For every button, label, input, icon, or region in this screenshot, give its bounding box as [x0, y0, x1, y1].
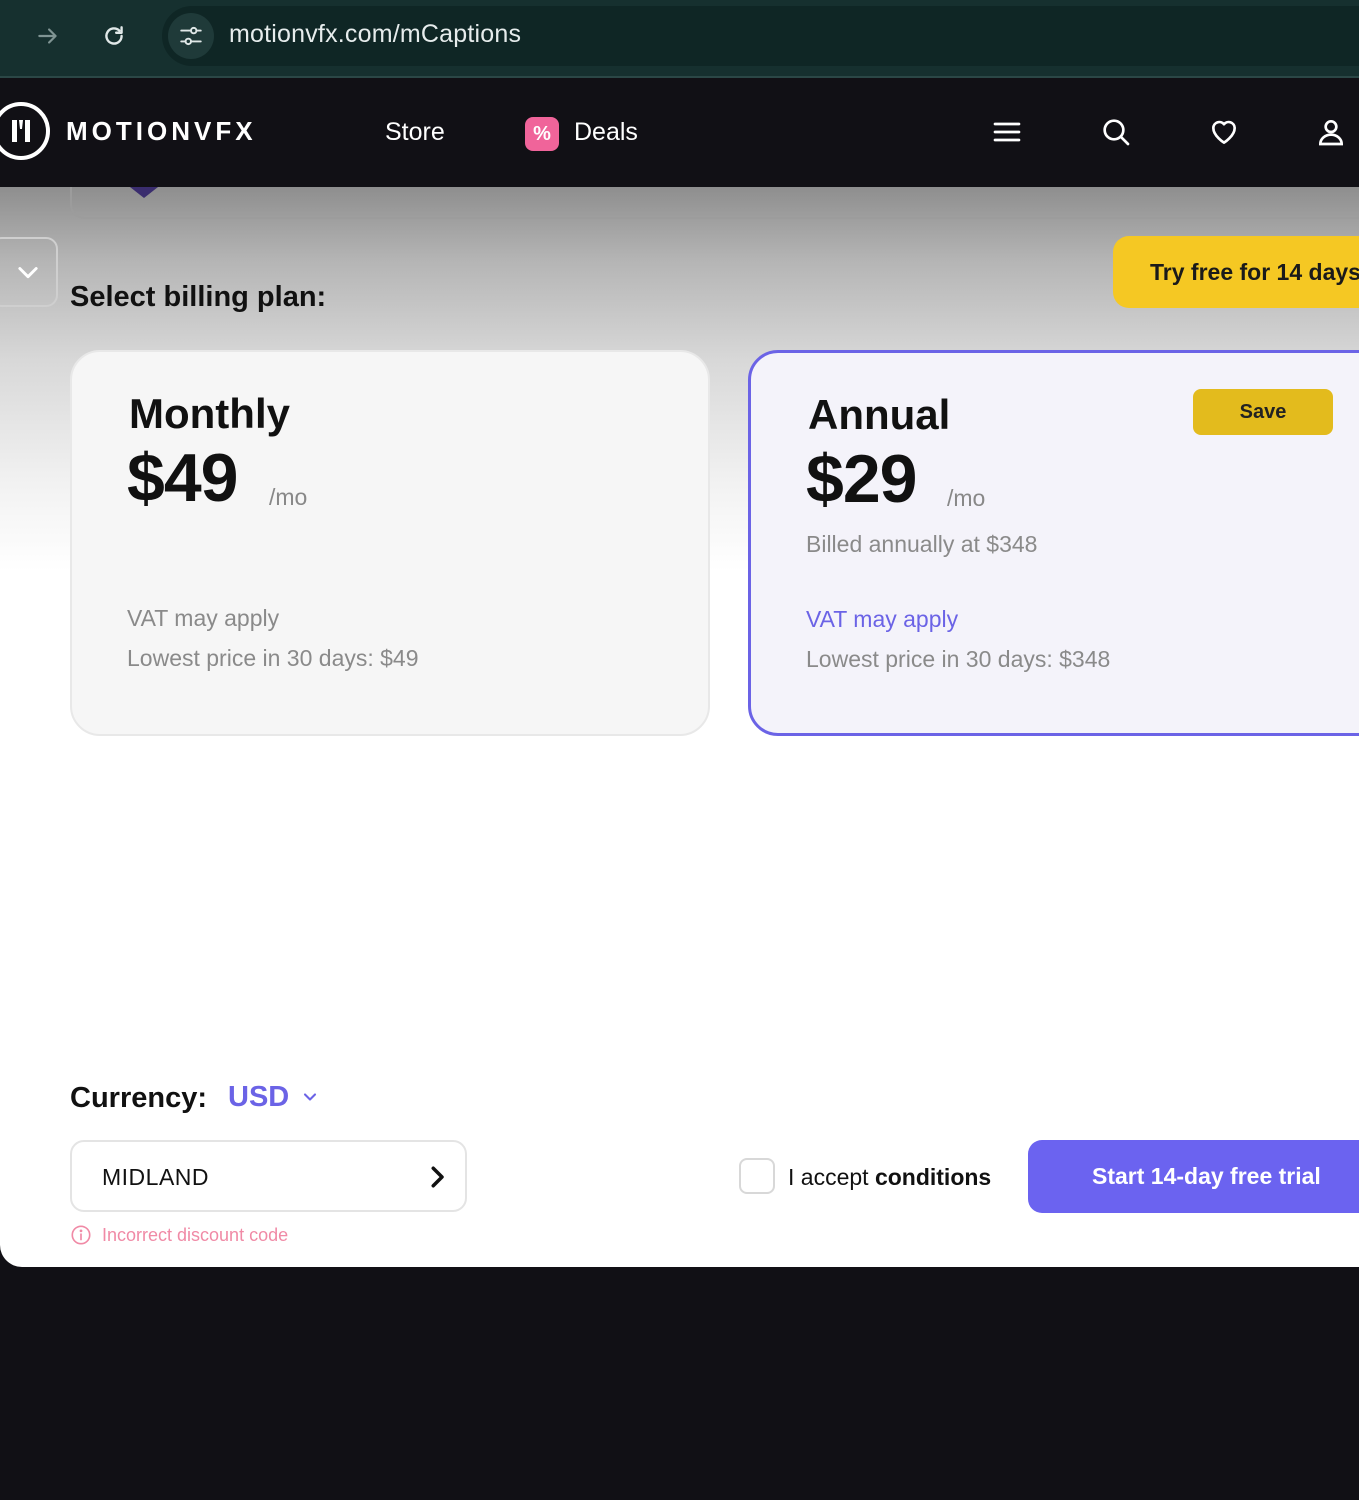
forward-icon	[38, 28, 57, 44]
heart-icon	[1212, 120, 1236, 144]
previous-card-pointer	[130, 187, 158, 198]
chevron-right-icon[interactable]	[422, 1162, 452, 1192]
plan-name: Annual	[808, 391, 951, 438]
plan-vat-note[interactable]: VAT may apply	[806, 606, 958, 633]
currency-select[interactable]: USD	[228, 1081, 289, 1114]
address-bar-url[interactable]: motionvfx.com/mCaptions	[229, 20, 521, 49]
menu-button[interactable]	[989, 114, 1025, 150]
logo-mark-icon	[12, 120, 30, 142]
start-trial-button[interactable]: Start 14-day free trial	[1028, 1140, 1359, 1213]
save-badge: Save	[1193, 389, 1333, 435]
currency-label: Currency:	[70, 1082, 207, 1114]
site-settings-icon	[180, 26, 202, 46]
plan-lowest-price: Lowest price in 30 days: $348	[806, 646, 1111, 672]
plan-price: $49	[127, 440, 238, 516]
hamburger-menu-icon	[993, 122, 1021, 142]
plan-unit: /mo	[269, 484, 308, 510]
search-icon	[1103, 119, 1130, 146]
user-icon	[1318, 120, 1344, 146]
previous-card-edge	[70, 187, 1359, 219]
plan-lowest-price: Lowest price in 30 days: $49	[127, 645, 419, 671]
accept-conditions-label: I accept conditions	[788, 1164, 991, 1191]
nav-deals-link[interactable]: Deals	[574, 118, 638, 147]
plan-billed-note: Billed annually at $348	[806, 531, 1038, 557]
chevron-down-icon	[18, 267, 38, 279]
nav-store-link[interactable]: Store	[385, 118, 445, 147]
account-button[interactable]	[1313, 114, 1349, 150]
info-icon	[71, 1225, 91, 1245]
plan-name: Monthly	[129, 390, 290, 437]
accept-conditions-checkbox[interactable]	[739, 1158, 775, 1194]
logo-text[interactable]: MOTIONVFX	[66, 116, 257, 147]
accept-prefix: I accept	[788, 1164, 875, 1190]
collapse-button[interactable]	[0, 237, 58, 307]
discount-code-field[interactable]: MIDLAND	[70, 1140, 467, 1212]
discount-error-message: Incorrect discount code	[102, 1225, 289, 1245]
plan-card-monthly[interactable]: Monthly $49 /mo VAT may apply Lowest pri…	[70, 350, 710, 736]
plan-card-annual[interactable]: Annual Save $29 /mo Billed annually at $…	[748, 350, 1359, 736]
percent-icon: %	[525, 117, 559, 151]
chevron-down-icon[interactable]	[300, 1087, 320, 1107]
plan-vat-note: VAT may apply	[127, 605, 280, 631]
try-free-button[interactable]: Try free for 14 days	[1113, 236, 1359, 308]
reload-button[interactable]	[96, 18, 132, 54]
plan-price: $29	[806, 441, 917, 517]
search-button[interactable]	[1098, 114, 1134, 150]
forward-button[interactable]	[30, 18, 66, 54]
browser-toolbar: motionvfx.com/mCaptions	[0, 0, 1359, 78]
site-info-button[interactable]	[168, 13, 214, 59]
billing-panel: Select billing plan: Try free for 14 day…	[0, 187, 1359, 1267]
wishlist-button[interactable]	[1206, 114, 1242, 150]
discount-code-value[interactable]: MIDLAND	[102, 1164, 209, 1191]
billing-plan-title: Select billing plan:	[70, 281, 327, 313]
plan-unit: /mo	[947, 485, 986, 511]
reload-icon	[105, 26, 123, 45]
conditions-link[interactable]: conditions	[875, 1164, 991, 1190]
